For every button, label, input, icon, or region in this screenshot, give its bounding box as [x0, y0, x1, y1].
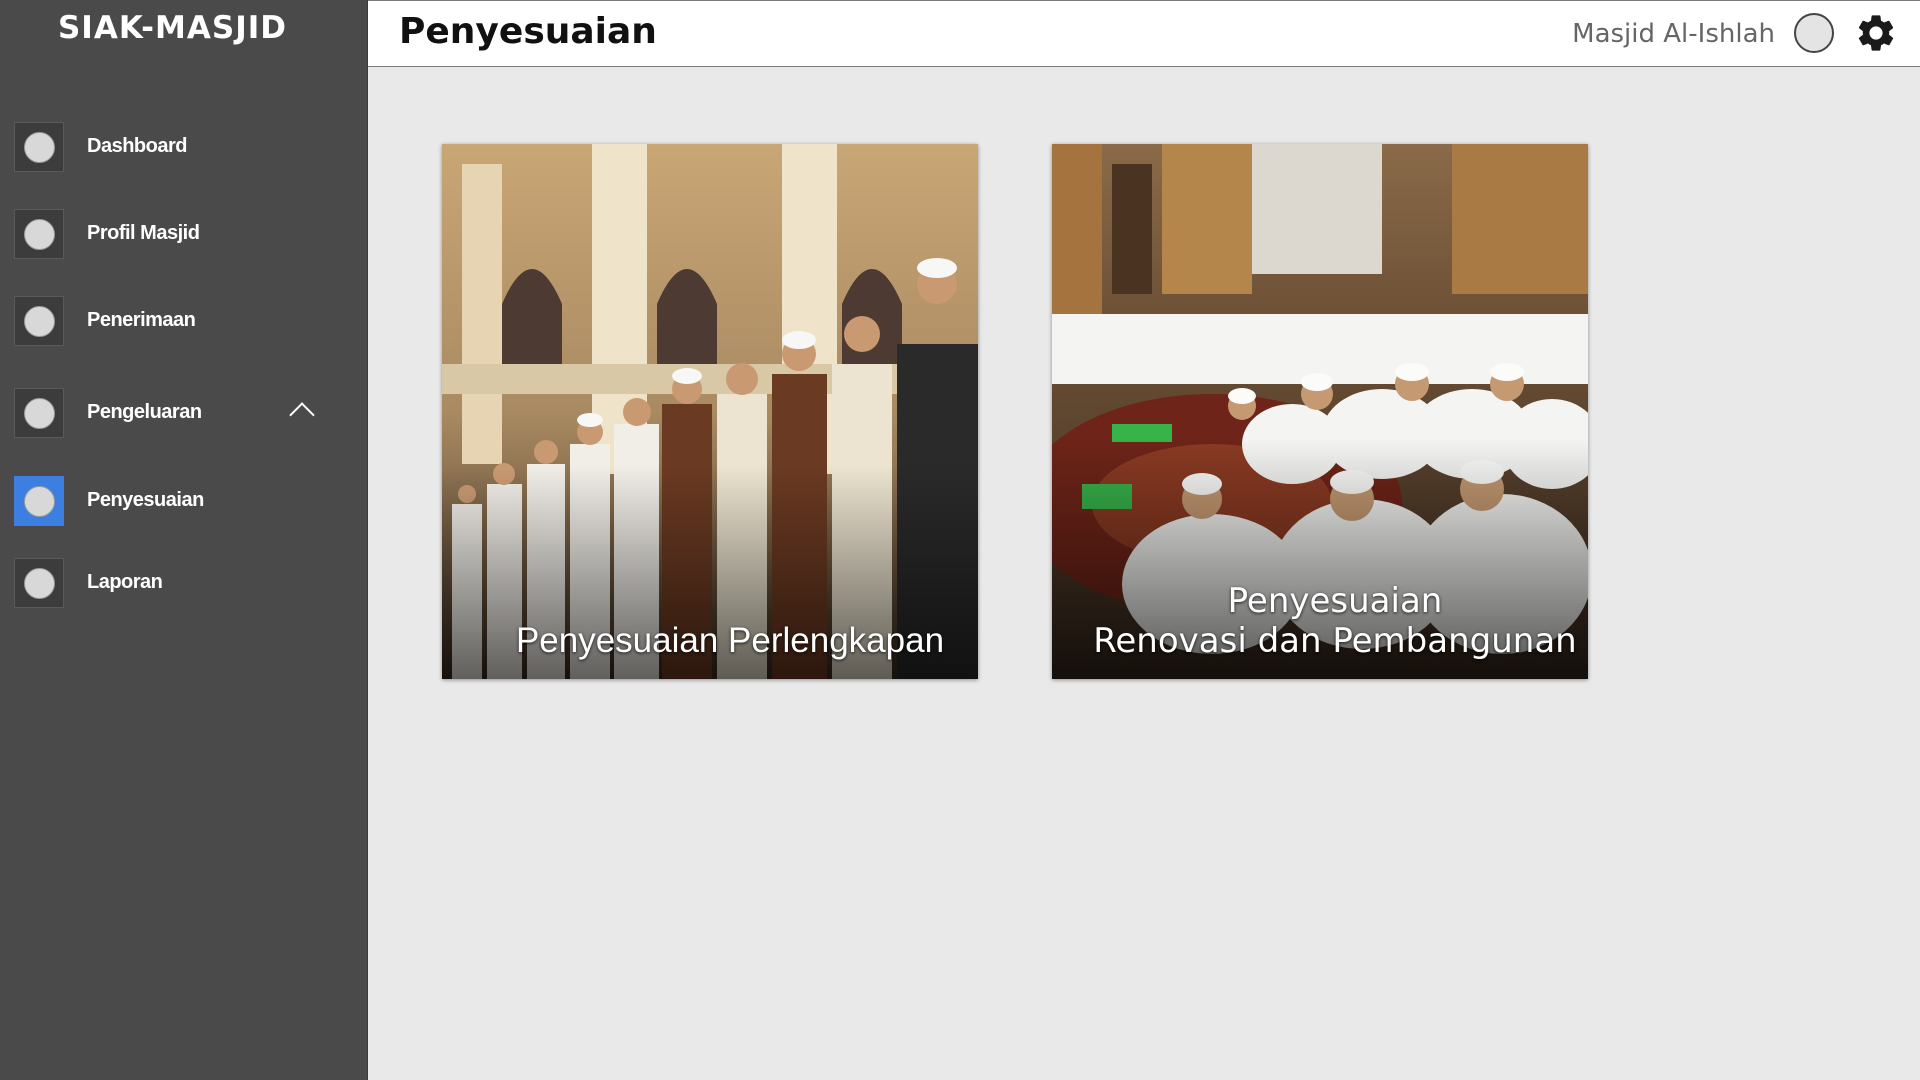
sidebar-item-laporan[interactable]: Laporan [14, 558, 354, 608]
sidebar-item-label: Dashboard [87, 135, 187, 157]
card-label-line1: Penyesuaian [1227, 581, 1443, 621]
sidebar-item-label: Profil Masjid [87, 222, 200, 244]
avatar[interactable] [1794, 13, 1834, 53]
app-brand[interactable]: SIAK-MASJID [0, 10, 345, 46]
sidebar: SIAK-MASJID Dashboard Profil Masjid Pene… [0, 0, 368, 1080]
sidebar-item-profil-masjid[interactable]: Profil Masjid [14, 209, 354, 259]
sidebar-item-label: Penerimaan [87, 309, 196, 331]
card-penyesuaian-renovasi[interactable]: Penyesuaian Renovasi dan Pembangunan [1052, 144, 1588, 679]
mosque-congregation-photo [442, 144, 978, 679]
card-label: Penyesuaian Renovasi dan Pembangunan [1052, 581, 1588, 661]
profile-icon [14, 209, 64, 259]
main-content: Penyesuaian Perlengkapan Penyesuaian Ren… [368, 67, 1920, 1080]
sidebar-item-penerimaan[interactable]: Penerimaan [14, 296, 354, 346]
sidebar-item-penyesuaian[interactable]: Penyesuaian [14, 476, 354, 526]
gear-icon[interactable] [1854, 11, 1898, 55]
card-penyesuaian-perlengkapan[interactable]: Penyesuaian Perlengkapan [442, 144, 978, 679]
expense-icon [14, 388, 64, 438]
top-header: Penyesuaian Masjid Al-Ishlah [368, 0, 1920, 67]
card-label-line2: Renovasi dan Pembangunan [1093, 621, 1577, 661]
adjustment-icon [14, 476, 64, 526]
sidebar-item-dashboard[interactable]: Dashboard [14, 122, 354, 172]
income-icon [14, 296, 64, 346]
dashboard-icon [14, 122, 64, 172]
sidebar-item-pengeluaran[interactable]: Pengeluaran [14, 388, 354, 438]
page-title: Penyesuaian [399, 11, 657, 52]
sidebar-item-label: Penyesuaian [87, 489, 204, 511]
chevron-up-icon[interactable] [289, 402, 315, 428]
org-name: Masjid Al-Ishlah [1572, 19, 1775, 49]
sidebar-item-label: Laporan [87, 571, 163, 593]
sidebar-item-label: Pengeluaran [87, 401, 202, 423]
report-icon [14, 558, 64, 608]
card-label: Penyesuaian Perlengkapan [515, 621, 945, 660]
